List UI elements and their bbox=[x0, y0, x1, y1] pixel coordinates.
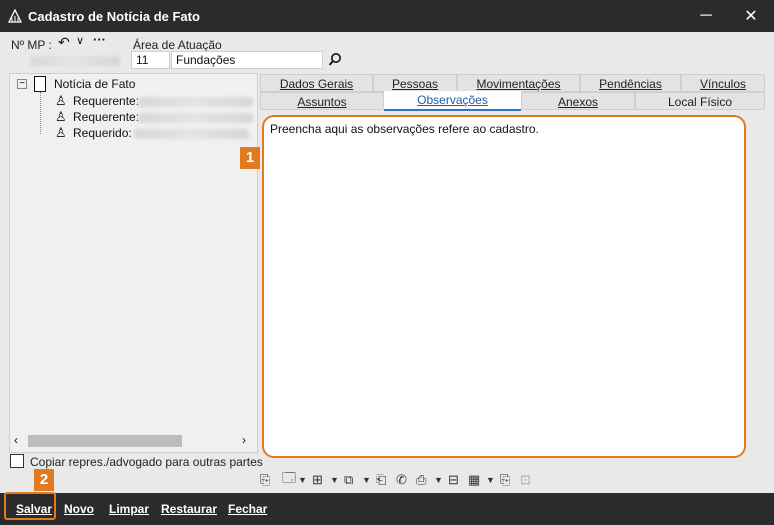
tree-horizontal-scrollbar[interactable]: ‹ › bbox=[10, 433, 254, 449]
window-icon[interactable]: 🗔 bbox=[282, 469, 298, 491]
export-icon[interactable]: ⎘ bbox=[500, 472, 520, 488]
tab-local-fisico[interactable]: Local Físico bbox=[635, 92, 765, 110]
minimize-button[interactable]: ─ bbox=[686, 0, 726, 32]
calendar-icon[interactable]: ▦ bbox=[468, 472, 486, 488]
mp-label: Nº MP : bbox=[11, 38, 52, 52]
close-button[interactable]: Fechar bbox=[228, 502, 267, 516]
chevron-down-icon[interactable]: ▼ bbox=[362, 475, 376, 485]
paste-icon[interactable]: ⎗ bbox=[376, 472, 396, 488]
tree-item-requerido[interactable]: Requerido: bbox=[73, 126, 132, 140]
step-marker-2: 2 bbox=[34, 469, 54, 491]
copy-representative-label: Copiar repres./advogado para outras part… bbox=[30, 455, 263, 469]
area-label: Área de Atuação bbox=[133, 38, 222, 52]
observations-text[interactable]: Preencha aqui as observações refere ao c… bbox=[270, 122, 539, 136]
title-bar: Cadastro de Notícia de Fato ─ ✕ bbox=[0, 0, 774, 32]
tree-item-requerente-1[interactable]: Requerente: bbox=[73, 94, 139, 108]
more-icon[interactable]: ··· bbox=[93, 32, 106, 47]
minimize-icon: ─ bbox=[700, 7, 712, 24]
printer-icon[interactable]: ⎙ bbox=[416, 472, 434, 488]
redacted-name bbox=[138, 97, 253, 107]
add-document-icon[interactable]: ⎘ bbox=[260, 472, 282, 488]
undo-icon[interactable]: ↶ bbox=[58, 34, 70, 51]
tab-assuntos[interactable]: Assuntos bbox=[260, 92, 384, 110]
clear-button[interactable]: Limpar bbox=[109, 502, 149, 516]
observations-textarea[interactable]: Preencha aqui as observações refere ao c… bbox=[262, 115, 746, 458]
tab-movimentacoes[interactable]: Movimentações bbox=[457, 74, 580, 92]
area-code-field[interactable]: 11 bbox=[131, 51, 170, 69]
tab-dados-gerais[interactable]: Dados Gerais bbox=[260, 74, 373, 92]
window-title: Cadastro de Notícia de Fato bbox=[28, 9, 200, 24]
person-icon: ♙ bbox=[55, 93, 67, 108]
tab-pessoas[interactable]: Pessoas bbox=[373, 74, 457, 92]
tab-pendencias[interactable]: Pendências bbox=[580, 74, 681, 92]
hierarchy-icon[interactable]: ⊞ bbox=[312, 472, 330, 488]
footer-bar: Salvar Novo Limpar Restaurar Fechar bbox=[0, 492, 774, 525]
dropdown-chevron-icon[interactable]: ∨ bbox=[76, 34, 84, 47]
search-icon[interactable] bbox=[328, 52, 343, 67]
document-icon bbox=[34, 76, 46, 92]
copy-representative-checkbox[interactable] bbox=[10, 454, 24, 468]
redacted-name bbox=[134, 129, 249, 139]
chevron-down-icon[interactable]: ▼ bbox=[298, 475, 312, 485]
chevron-down-icon[interactable]: ▼ bbox=[330, 475, 344, 485]
collapse-icon[interactable]: − bbox=[17, 79, 27, 89]
scrollbar-thumb[interactable] bbox=[28, 435, 182, 447]
step-marker-1: 1 bbox=[240, 147, 260, 169]
observation-toolbar: ⎘ 🗔 ▼ ⊞ ▼ ⧉ ▼ ⎗ ✆ ⎙ ▼ ⊟ ▦ ▼ ⎘ ⊡ bbox=[260, 470, 540, 490]
print-preview-icon[interactable]: ⊟ bbox=[448, 472, 468, 488]
tree-item-requerente-2[interactable]: Requerente: bbox=[73, 110, 139, 124]
tree-line bbox=[40, 92, 42, 134]
tab-vinculos[interactable]: Vínculos bbox=[681, 74, 765, 92]
redacted-name bbox=[138, 113, 253, 123]
tab-observacoes[interactable]: Observações bbox=[384, 91, 521, 111]
tree-root-label[interactable]: Notícia de Fato bbox=[54, 77, 135, 91]
disabled-action-icon: ⊡ bbox=[520, 472, 531, 487]
person-icon: ♙ bbox=[55, 125, 67, 140]
new-button[interactable]: Novo bbox=[64, 502, 94, 516]
phone-icon[interactable]: ✆ bbox=[396, 472, 416, 488]
parties-tree[interactable]: − Notícia de Fato ♙ Requerente: ♙ Requer… bbox=[9, 73, 258, 453]
mp-number-redacted bbox=[30, 56, 120, 66]
person-icon: ♙ bbox=[55, 109, 67, 124]
restore-button[interactable]: Restaurar bbox=[161, 502, 217, 516]
area-name-field[interactable]: Fundações bbox=[171, 51, 323, 69]
chevron-down-icon[interactable]: ▼ bbox=[434, 475, 448, 485]
chevron-down-icon[interactable]: ▼ bbox=[486, 475, 500, 485]
close-window-button[interactable]: ✕ bbox=[731, 0, 771, 32]
scroll-left-icon[interactable]: ‹ bbox=[14, 433, 18, 447]
copy-icon[interactable]: ⧉ bbox=[344, 472, 362, 488]
save-button[interactable]: Salvar bbox=[16, 502, 52, 516]
app-logo-icon bbox=[8, 9, 22, 23]
tab-anexos[interactable]: Anexos bbox=[521, 92, 635, 110]
scroll-right-icon[interactable]: › bbox=[242, 433, 246, 447]
close-icon: ✕ bbox=[744, 8, 758, 25]
